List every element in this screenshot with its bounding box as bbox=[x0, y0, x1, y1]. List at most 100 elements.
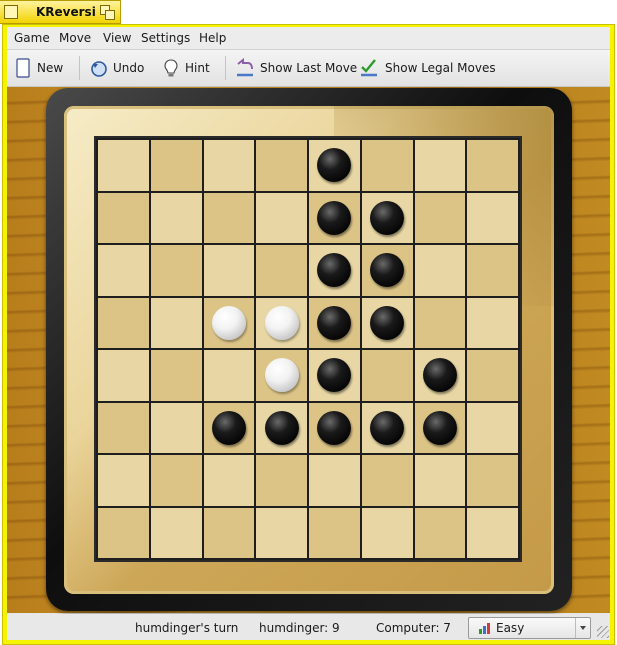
new-game-button[interactable]: New bbox=[13, 56, 69, 80]
board-cell[interactable] bbox=[414, 507, 466, 558]
board-cell[interactable] bbox=[414, 297, 466, 348]
board-cell[interactable] bbox=[256, 455, 307, 506]
board-cell[interactable] bbox=[203, 192, 255, 243]
white-piece bbox=[264, 305, 299, 340]
menu-bar: Game Move View Settings Help bbox=[7, 27, 610, 50]
board-cell[interactable] bbox=[414, 350, 466, 401]
board-cell[interactable] bbox=[309, 402, 360, 453]
difficulty-bars-icon bbox=[479, 623, 490, 634]
menu-settings[interactable]: Settings bbox=[141, 31, 190, 45]
show-legal-moves-button[interactable]: Show Legal Moves bbox=[359, 56, 496, 80]
menu-game[interactable]: Game bbox=[14, 31, 50, 45]
board-cell[interactable] bbox=[309, 455, 360, 506]
board-cell[interactable] bbox=[98, 297, 149, 348]
board-face bbox=[64, 106, 554, 594]
board-cell[interactable] bbox=[361, 245, 413, 296]
board-cell[interactable] bbox=[361, 297, 413, 348]
hint-button[interactable]: Hint bbox=[161, 56, 215, 80]
board-cell[interactable] bbox=[467, 140, 518, 191]
board-cell[interactable] bbox=[467, 192, 518, 243]
board-cell[interactable] bbox=[150, 140, 202, 191]
menu-help[interactable]: Help bbox=[199, 31, 226, 45]
board-cell[interactable] bbox=[361, 455, 413, 506]
board-cell[interactable] bbox=[256, 402, 307, 453]
board-cell[interactable] bbox=[256, 140, 307, 191]
show-last-move-button[interactable]: Show Last Move bbox=[235, 56, 357, 80]
board-cell[interactable] bbox=[256, 245, 307, 296]
title-tab[interactable]: KReversi bbox=[0, 0, 121, 24]
board-cell[interactable] bbox=[361, 350, 413, 401]
board-cell[interactable] bbox=[150, 402, 202, 453]
black-piece bbox=[317, 200, 352, 235]
new-document-icon bbox=[16, 58, 30, 78]
black-piece bbox=[317, 253, 352, 288]
board-cell[interactable] bbox=[361, 402, 413, 453]
board-cell[interactable] bbox=[361, 192, 413, 243]
board-cell[interactable] bbox=[203, 245, 255, 296]
board-cell[interactable] bbox=[467, 350, 518, 401]
chevron-down-icon[interactable] bbox=[575, 618, 590, 638]
board-cell[interactable] bbox=[98, 455, 149, 506]
board-cell[interactable] bbox=[98, 402, 149, 453]
player-score: humdinger: 9 bbox=[259, 621, 340, 635]
board-cell[interactable] bbox=[150, 350, 202, 401]
board-cell[interactable] bbox=[467, 402, 518, 453]
board-cell[interactable] bbox=[98, 140, 149, 191]
board-cell[interactable] bbox=[150, 507, 202, 558]
board-cell[interactable] bbox=[98, 507, 149, 558]
board-cell[interactable] bbox=[414, 402, 466, 453]
board-cell[interactable] bbox=[98, 192, 149, 243]
black-piece bbox=[370, 410, 405, 445]
game-board[interactable] bbox=[98, 140, 518, 558]
toolbar: New Undo Hint Show Last Move Show Legal … bbox=[7, 50, 610, 87]
board-cell[interactable] bbox=[467, 245, 518, 296]
undo-button[interactable]: Undo bbox=[89, 56, 149, 80]
board-cell[interactable] bbox=[98, 245, 149, 296]
board-cell[interactable] bbox=[256, 507, 307, 558]
resize-grip-icon[interactable] bbox=[597, 626, 609, 638]
board-cell[interactable] bbox=[203, 402, 255, 453]
board-cell[interactable] bbox=[361, 507, 413, 558]
board-cell[interactable] bbox=[309, 507, 360, 558]
checkmark-icon bbox=[361, 59, 377, 77]
board-cell[interactable] bbox=[309, 297, 360, 348]
undo-label: Undo bbox=[113, 61, 145, 75]
game-area bbox=[7, 87, 610, 613]
board-cell[interactable] bbox=[203, 507, 255, 558]
board-cell[interactable] bbox=[309, 245, 360, 296]
board-cell[interactable] bbox=[467, 297, 518, 348]
board-cell[interactable] bbox=[203, 140, 255, 191]
board-cell[interactable] bbox=[98, 350, 149, 401]
board-cell[interactable] bbox=[467, 455, 518, 506]
board-cell[interactable] bbox=[414, 245, 466, 296]
board-cell[interactable] bbox=[309, 192, 360, 243]
menu-move[interactable]: Move bbox=[59, 31, 91, 45]
board-cell[interactable] bbox=[203, 297, 255, 348]
board-cell[interactable] bbox=[467, 507, 518, 558]
board-cell[interactable] bbox=[414, 140, 466, 191]
board-cell[interactable] bbox=[150, 192, 202, 243]
black-piece bbox=[317, 305, 352, 340]
close-window-icon[interactable] bbox=[4, 5, 18, 19]
board-cell[interactable] bbox=[414, 455, 466, 506]
black-piece bbox=[370, 253, 405, 288]
title-bar[interactable]: KReversi bbox=[0, 0, 617, 24]
board-cell[interactable] bbox=[309, 350, 360, 401]
last-move-label: Show Last Move bbox=[260, 61, 358, 75]
menu-view[interactable]: View bbox=[103, 31, 131, 45]
board-cell[interactable] bbox=[256, 192, 307, 243]
board-cell[interactable] bbox=[203, 350, 255, 401]
zoom-window-icon[interactable] bbox=[100, 5, 115, 20]
board-cell[interactable] bbox=[361, 140, 413, 191]
board-cell[interactable] bbox=[150, 245, 202, 296]
board-cell[interactable] bbox=[150, 455, 202, 506]
board-cell[interactable] bbox=[150, 297, 202, 348]
board-cell[interactable] bbox=[309, 140, 360, 191]
board-cell[interactable] bbox=[414, 192, 466, 243]
board-cell[interactable] bbox=[203, 455, 255, 506]
board-cell[interactable] bbox=[256, 297, 307, 348]
black-piece bbox=[264, 410, 299, 445]
black-piece bbox=[370, 305, 405, 340]
difficulty-select[interactable]: Easy bbox=[468, 617, 591, 639]
board-cell[interactable] bbox=[256, 350, 307, 401]
